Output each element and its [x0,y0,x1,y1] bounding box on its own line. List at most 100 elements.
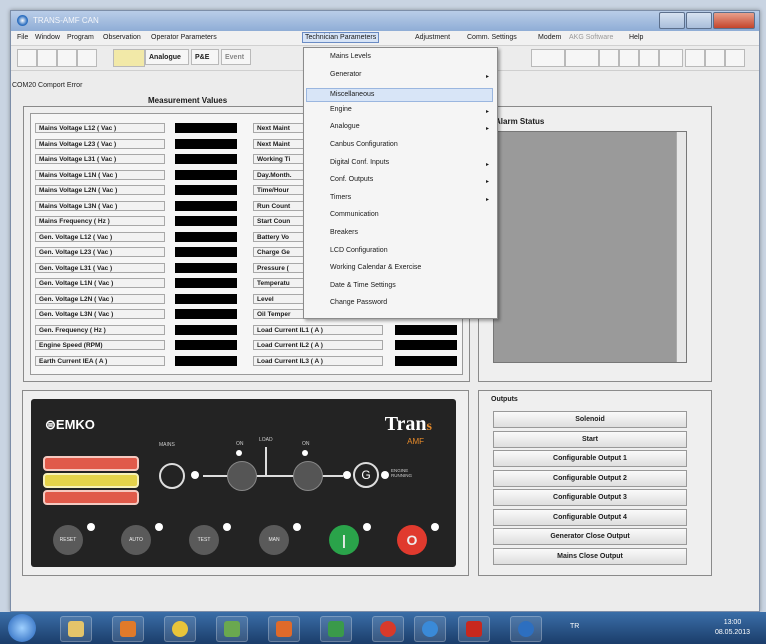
measurement-label: Mains Voltage L3N ( Vac ) [35,200,165,211]
measurement-value [175,278,237,288]
disconnect-icon[interactable] [565,49,599,67]
menu-comm-settings[interactable]: Comm. Settings [467,34,517,41]
menu-technician-parameters[interactable]: Technician Parameters [302,32,380,43]
reset-button[interactable]: RESET [53,525,83,555]
menu-item[interactable]: Digital Conf. Inputs [330,159,389,166]
output-button[interactable]: Mains Close Output [493,547,687,565]
menu-item-label: Conf. Outputs [330,176,374,184]
output-button[interactable]: Configurable Output 2 [493,469,687,487]
explorer-icon[interactable] [60,616,92,642]
menu-item[interactable]: Engine [330,106,352,113]
measurement-label: Load Current IL3 ( A ) [253,355,383,366]
app-icon-1[interactable] [216,616,248,642]
output-button[interactable]: Configurable Output 1 [493,450,687,467]
pdf-icon[interactable] [458,616,490,642]
save-icon[interactable] [37,49,57,67]
trans-amf-icon[interactable] [510,616,542,642]
menu-operator-parameters[interactable]: Operator Parameters [151,34,217,41]
chrome-icon[interactable] [164,616,196,642]
menu-item[interactable]: LCD Configuration [330,247,388,254]
menu-window[interactable]: Window [35,34,60,41]
measurement-value [395,355,457,366]
auto-led [155,523,163,531]
mains-breaker-icon [227,461,257,491]
output-button[interactable]: Configurable Output 4 [493,508,687,526]
output-button[interactable]: Generator Close Output [493,528,687,545]
tool-icon-b[interactable] [705,49,725,67]
alarm-list[interactable] [493,131,687,363]
menu-item[interactable]: Breakers [330,229,358,236]
menu-adjustment[interactable]: Adjustment [415,34,450,41]
menu-akg-software[interactable]: AKG Software [569,34,613,41]
menu-item[interactable]: Miscellaneous [306,88,493,103]
emko-logo: ⊜EMKO [45,417,95,432]
menu-item[interactable]: Date & Time Settings [330,282,396,289]
plc-button[interactable]: P&E [191,49,219,65]
measurement-value [175,185,237,195]
stop-engine-button[interactable]: O [397,525,427,555]
menu-modem[interactable]: Modem [538,34,561,41]
clock[interactable]: 13:00 08.05.2013 [715,618,750,638]
menu-item[interactable]: Canbus Configuration [330,141,398,148]
engine-dot [381,471,389,479]
menu-item-label: Timers [330,193,352,201]
output-button[interactable]: Start [493,430,687,448]
on-label-2: ON [302,441,310,447]
output-button[interactable]: Solenoid [493,411,687,428]
chart-icon[interactable] [659,49,683,67]
test-button[interactable]: TEST [189,525,219,555]
menu-item[interactable]: Conf. Outputs [330,176,373,183]
maximize-button[interactable] [686,12,712,29]
auto-button[interactable]: AUTO [121,525,151,555]
tool-icon-a[interactable] [685,49,705,67]
clock-date: 08.05.2013 [714,629,750,636]
mains-label: MAINS [159,442,175,448]
menu-item[interactable]: Communication [330,211,379,218]
excel-icon[interactable] [320,616,352,642]
media-icon[interactable] [112,616,144,642]
menu-item[interactable]: Working Calendar & Exercise [330,264,421,271]
analogue-button[interactable]: Analogue [145,49,189,65]
start-orb-icon[interactable] [8,614,36,642]
menu-observation[interactable]: Observation [103,34,141,41]
menu-item-label: Working Calendar & Exercise [330,264,422,272]
menu-program[interactable]: Program [67,34,94,41]
menu-item[interactable]: Timers [330,194,351,201]
mains-symbol-icon [159,463,185,489]
refresh-icon[interactable] [639,49,659,67]
powerpoint-icon[interactable] [268,616,300,642]
measurement-value [175,200,237,211]
man-button[interactable]: MAN [259,525,289,555]
opera-icon[interactable] [372,616,404,642]
print-icon[interactable] [57,49,77,67]
measurement-label: Gen. Voltage L3N ( Vac ) [35,309,165,319]
on-dot-2 [302,450,308,456]
menu-help[interactable]: Help [629,34,643,41]
output-button[interactable]: Configurable Output 3 [493,489,687,506]
write-icon[interactable] [619,49,639,67]
start-engine-button[interactable]: | [329,525,359,555]
event-button[interactable]: Event [221,49,251,65]
language-indicator[interactable]: TR [570,623,579,630]
menu-file[interactable]: File [17,34,28,41]
tool-icon-c[interactable] [725,49,745,67]
new-icon[interactable] [17,49,37,67]
measurement-value [175,123,237,133]
menu-item[interactable]: Generator [330,71,362,78]
menu-item[interactable]: Analogue [330,123,360,130]
close-button[interactable] [713,12,755,29]
read-icon[interactable] [599,49,619,67]
minimize-button[interactable] [659,12,685,29]
alarm-scrollbar[interactable] [676,132,686,362]
measurement-label: Mains Voltage L1N ( Vac ) [35,169,165,180]
connect-icon[interactable] [531,49,565,67]
alarm-title: Alarm Status [495,117,545,126]
menu-item[interactable]: Change Password [330,299,387,306]
menu-item-label: LCD Configuration [330,246,388,254]
analogue-gauge-icon[interactable] [113,49,145,67]
measurement-value [175,154,237,164]
measurement-value [175,262,237,273]
app-icon-2[interactable] [414,616,446,642]
settings-icon[interactable] [77,49,97,67]
menu-item[interactable]: Mains Levels [330,53,371,60]
